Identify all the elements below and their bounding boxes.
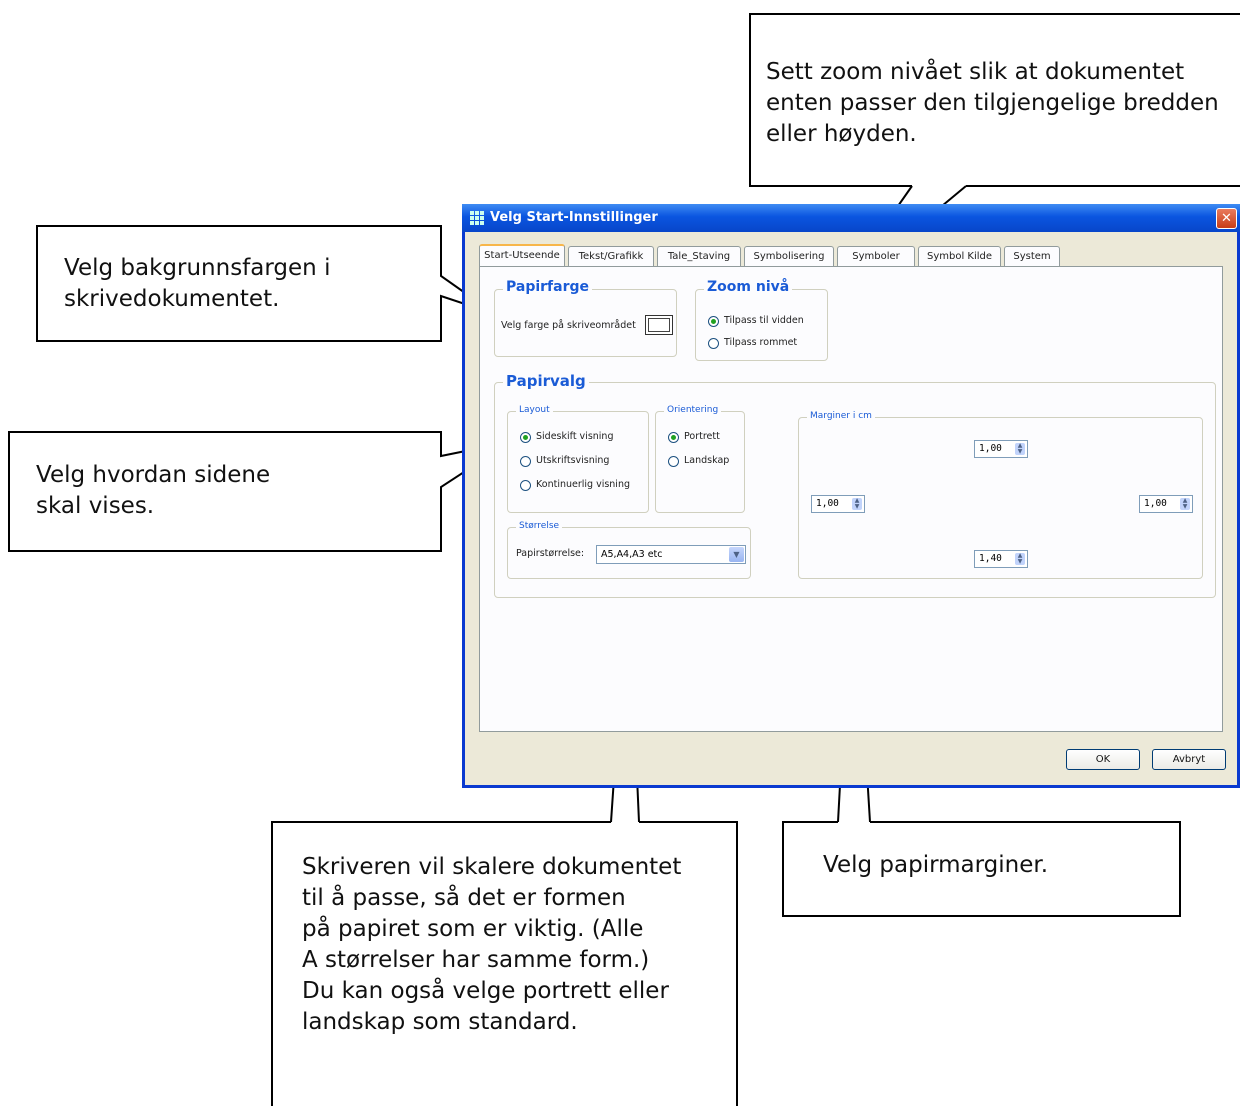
layout-legend: Layout — [516, 405, 553, 415]
paper-color-legend: Papirfarge — [503, 279, 593, 295]
layout-print-label: Utskriftsvisning — [536, 455, 610, 466]
margin-left-value: 1,00 — [816, 498, 839, 509]
margin-top-value: 1,00 — [979, 443, 1002, 454]
dialog-title: Velg Start-Innstillinger — [490, 210, 658, 225]
layout-pagebreak-label: Sideskift visning — [536, 431, 614, 442]
paper-size-select[interactable]: A5,A4,A3 etc ▼ — [596, 545, 746, 564]
ok-button[interactable]: OK — [1066, 749, 1140, 770]
size-legend: Størrelse — [516, 521, 563, 531]
paper-options-legend: Papirvalg — [503, 372, 589, 390]
dialog-titlebar[interactable]: Velg Start-Innstillinger ✕ — [462, 204, 1240, 232]
start-utseende-pane: Papirfarge Velg farge på skriveområdet Z… — [479, 266, 1223, 732]
tab-symbolisering[interactable]: Symbolisering — [744, 246, 834, 266]
paper-size-label: Papirstørrelse: — [516, 548, 585, 559]
tab-tekst-grafikk[interactable]: Tekst/Grafikk — [568, 246, 654, 266]
orientation-landscape-radio[interactable] — [668, 456, 679, 467]
layout-continuous-radio[interactable] — [520, 480, 531, 491]
spinner-arrows-icon[interactable]: ▲ ▼ — [1180, 498, 1190, 510]
zoom-fit-room-label: Tilpass rommet — [724, 337, 798, 348]
margins-legend: Marginer i cm — [807, 411, 875, 421]
zoom-legend: Zoom nivå — [704, 279, 793, 295]
callout-background-text: Velg bakgrunnsfargen i skrivedokumentet. — [64, 255, 331, 312]
paper-color-label: Velg farge på skriveområdet — [501, 320, 636, 331]
size-group: Størrelse Papirstørrelse: A5,A4,A3 etc ▼ — [507, 521, 751, 579]
app-grid-icon — [470, 211, 484, 225]
close-button[interactable]: ✕ — [1216, 208, 1237, 229]
zoom-fit-width-label: Tilpass til vidden — [724, 315, 804, 326]
orientation-portrait-label: Portrett — [684, 431, 720, 442]
settings-dialog: Velg Start-Innstillinger ✕ Start-Utseend… — [462, 204, 1240, 788]
spinner-arrows-icon[interactable]: ▲ ▼ — [852, 498, 862, 510]
tab-start-utseende[interactable]: Start-Utseende — [479, 244, 565, 267]
chevron-down-icon[interactable]: ▼ — [729, 547, 744, 562]
layout-print-radio[interactable] — [520, 456, 531, 467]
layout-continuous-label: Kontinuerlig visning — [536, 479, 630, 490]
paper-options-group: Papirvalg Layout Sideskift visning Utskr… — [494, 372, 1216, 598]
margin-right-spinner[interactable]: 1,00 ▲ ▼ — [1139, 495, 1193, 513]
cancel-button[interactable]: Avbryt — [1152, 749, 1226, 770]
layout-pagebreak-radio[interactable] — [520, 432, 531, 443]
zoom-group: Zoom nivå Tilpass til vidden Tilpass rom… — [695, 279, 828, 361]
tab-tale-staving[interactable]: Tale_Staving — [657, 246, 741, 266]
callout-margins-text: Velg papirmarginer. — [823, 852, 1049, 878]
margin-right-value: 1,00 — [1144, 498, 1167, 509]
margin-bottom-value: 1,40 — [979, 553, 1002, 564]
callout-printer-text: Skriveren vil skalere dokumentet til å p… — [302, 854, 682, 1035]
tab-symboler[interactable]: Symboler — [837, 246, 915, 266]
orientation-landscape-label: Landskap — [684, 455, 730, 466]
paper-color-swatch[interactable] — [645, 315, 673, 335]
margin-left-spinner[interactable]: 1,00 ▲ ▼ — [811, 495, 865, 513]
paper-color-group: Papirfarge Velg farge på skriveområdet — [494, 279, 677, 357]
tab-system[interactable]: System — [1004, 246, 1060, 266]
callout-pages-text: Velg hvordan sidene skal vises. — [36, 462, 271, 519]
spinner-arrows-icon[interactable]: ▲ ▼ — [1015, 443, 1025, 455]
spinner-arrows-icon[interactable]: ▲ ▼ — [1015, 553, 1025, 565]
paper-size-value: A5,A4,A3 etc — [601, 549, 663, 560]
callout-zoom-text: Sett zoom nivået slik at dokumentet ente… — [766, 59, 1219, 147]
layout-group: Layout Sideskift visning Utskriftsvisnin… — [507, 405, 649, 513]
zoom-fit-width-radio[interactable] — [708, 316, 719, 327]
tab-symbol-kilde[interactable]: Symbol Kilde — [918, 246, 1001, 266]
zoom-fit-room-radio[interactable] — [708, 338, 719, 349]
margins-group: Marginer i cm 1,00 ▲ ▼ 1,00 ▲ ▼ 1,00 ▲ ▼ 1,… — [798, 411, 1203, 579]
margin-top-spinner[interactable]: 1,00 ▲ ▼ — [974, 440, 1028, 458]
orientation-group: Orientering Portrett Landskap — [655, 405, 745, 513]
margin-bottom-spinner[interactable]: 1,40 ▲ ▼ — [974, 550, 1028, 568]
orientation-portrait-radio[interactable] — [668, 432, 679, 443]
orientation-legend: Orientering — [664, 405, 722, 415]
